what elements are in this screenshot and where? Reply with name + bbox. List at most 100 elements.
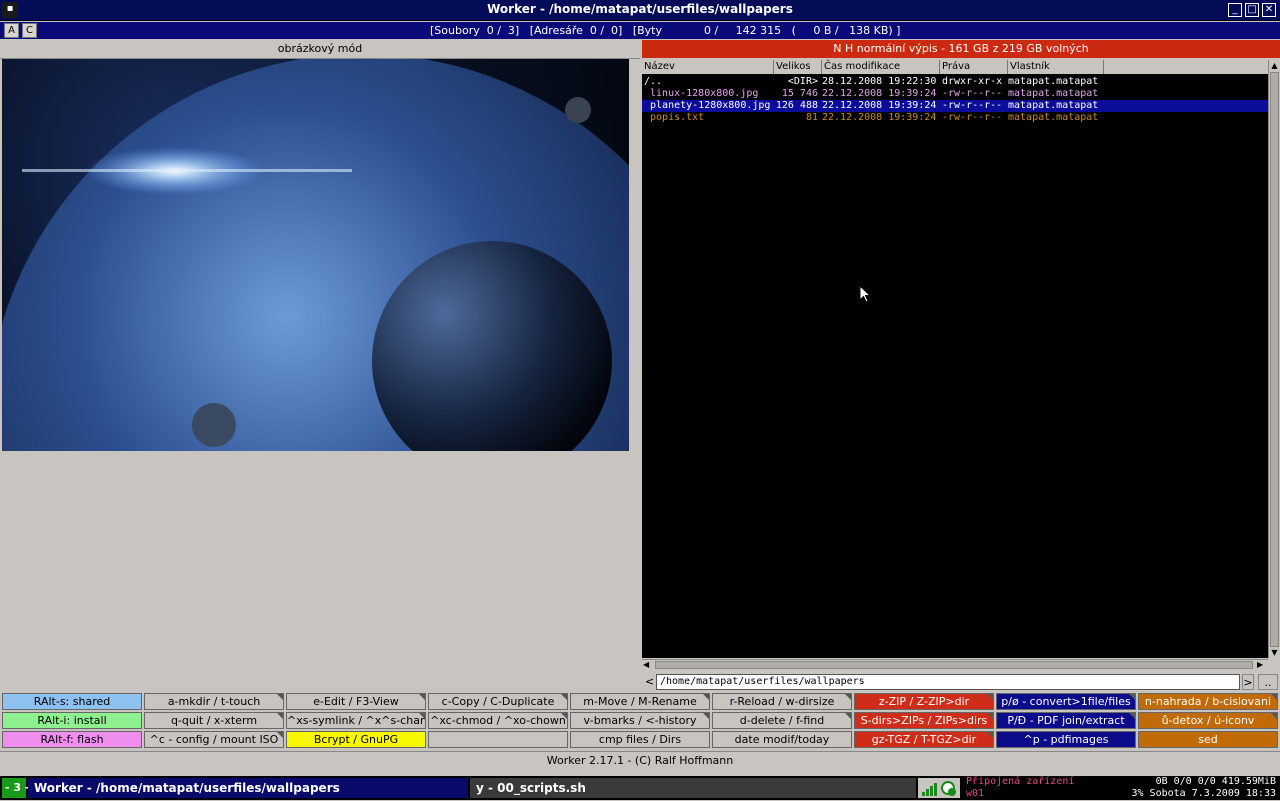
devices-widget[interactable]: Připojená zařízení w01 [966, 776, 1126, 800]
command-button[interactable]: RAlt-i: install [2, 712, 142, 729]
command-button[interactable]: date modif/today [712, 731, 852, 748]
command-button[interactable]: v-bmarks / <-history [570, 712, 710, 729]
parent-dir-button[interactable]: .. [1258, 674, 1278, 690]
file-name: linux-1280x800.jpg [644, 88, 759, 99]
command-button[interactable]: Bcrypt / GnuPG [286, 731, 426, 748]
command-button[interactable]: ^c - config / mount ISO [144, 731, 284, 748]
column-header-perms[interactable]: Práva [940, 60, 1008, 74]
file-modtime: 22.12.2008 19:39:24 [822, 88, 937, 99]
window-titlebar[interactable]: ▪ Worker - /home/matapat/userfiles/wallp… [0, 0, 1280, 21]
minimize-button[interactable]: _ [1228, 3, 1242, 17]
column-header-modtime[interactable]: Čas modifikace [822, 60, 940, 74]
left-panel-empty-area [2, 452, 640, 690]
listing-mode-header[interactable]: N H normální výpis - 161 GB z 219 GB vol… [642, 40, 1280, 58]
column-header-spacer [1104, 60, 1268, 74]
command-button[interactable]: sed [1138, 731, 1278, 748]
table-row[interactable]: linux-1280x800.jpg 15 746 22.12.2008 19:… [642, 88, 1268, 100]
path-input[interactable]: /home/matapat/userfiles/wallpapers [656, 674, 1240, 690]
path-forward-button[interactable]: > [1242, 674, 1254, 690]
selection-stats: [Soubory 0 / 3] [Adresáře 0 / 0] [Byty 0… [430, 24, 901, 37]
command-button[interactable]: ^p - pdfimages [996, 731, 1136, 748]
file-size: 81 [805, 112, 818, 123]
command-button[interactable]: cmp files / Dirs [570, 731, 710, 748]
file-name: planety-1280x800.jpg [644, 100, 771, 111]
table-row[interactable]: popis.txt 81 22.12.2008 19:39:24 -rw-r--… [642, 112, 1268, 124]
image-mode-header[interactable]: obrázkový mód [0, 40, 640, 59]
command-button[interactable]: d-delete / f-find [712, 712, 852, 729]
file-owner: matapat.matapat [1008, 88, 1099, 99]
path-back-button[interactable]: < [644, 674, 655, 690]
planet-image [2, 59, 629, 451]
command-button[interactable]: a-mkdir / t-touch [144, 693, 284, 710]
app-footer: Worker 2.17.1 - (C) Ralf Hoffmann [0, 751, 1280, 769]
system-stats: 0B 0/0 0/0 419.59MiB 3% Sobota 7.3.2009 … [1106, 776, 1277, 800]
command-button[interactable]: r-Reload / w-dirsize [712, 693, 852, 710]
clear-button[interactable]: C [22, 23, 37, 38]
close-button[interactable]: ✕ [1262, 3, 1276, 17]
file-name: /.. [644, 76, 663, 87]
file-owner: matapat.matapat [1008, 76, 1099, 87]
horizontal-scroll-thumb[interactable] [655, 661, 1253, 669]
horizontal-scrollbar[interactable]: ◀ ▶ [642, 659, 1268, 671]
file-perms: -rw-r--r-- [942, 88, 1003, 99]
command-button[interactable]: P/Ð - PDF join/extract [996, 712, 1136, 729]
table-row[interactable]: /.. <DIR> 28.12.2008 19:22:30 drwxr-xr-x… [642, 76, 1268, 88]
file-modtime: 22.12.2008 19:39:24 [822, 112, 937, 123]
scroll-right-icon[interactable]: ▶ [1257, 660, 1267, 670]
devices-item: w01 [966, 788, 985, 799]
maximize-button[interactable]: □ [1245, 3, 1259, 17]
network-signal-icon[interactable] [918, 778, 960, 798]
workspace-indicator[interactable]: - 3 - [2, 778, 29, 798]
status-row: A C [Soubory 0 / 3] [Adresáře 0 / 0] [By… [0, 22, 1280, 39]
taskbar: - 3 - Worker - /home/matapat/userfiles/w… [0, 776, 1280, 800]
file-owner: matapat.matapat [1008, 100, 1099, 111]
file-modtime: 28.12.2008 19:22:30 [822, 76, 937, 87]
command-button[interactable]: S-dirs>ZIPs / ZIPs>dirs [854, 712, 994, 729]
command-button[interactable]: RAlt-s: shared [2, 693, 142, 710]
file-perms: -rw-r--r-- [942, 112, 1003, 123]
file-size: <DIR> [787, 76, 818, 87]
command-button-empty[interactable] [428, 731, 568, 748]
command-button[interactable]: gz-TGZ / T-TGZ>dir [854, 731, 994, 748]
command-button[interactable]: p/ø - convert>1file/files [996, 693, 1136, 710]
vertical-scroll-thumb[interactable] [1270, 72, 1279, 647]
file-list[interactable]: Název Velikos Čas modifikace Práva Vlast… [642, 60, 1268, 658]
taskbar-task-worker[interactable]: Worker - /home/matapat/userfiles/wallpap… [28, 778, 468, 798]
command-button[interactable]: ^xs-symlink / ^x^s-chang [286, 712, 426, 729]
column-header-name[interactable]: Název [642, 60, 774, 74]
file-perms: drwxr-xr-x [942, 76, 1003, 87]
window-title: Worker - /home/matapat/userfiles/wallpap… [487, 2, 793, 16]
file-perms: -rw-r--r-- [942, 100, 1003, 111]
command-button[interactable]: c-Copy / C-Duplicate [428, 693, 568, 710]
taskbar-task-scripts[interactable]: y - 00_scripts.sh [470, 778, 916, 798]
command-button[interactable]: n-nahrada / b-cislovani [1138, 693, 1278, 710]
file-modtime: 22.12.2008 19:39:24 [822, 100, 937, 111]
scroll-down-icon[interactable]: ▼ [1270, 648, 1279, 657]
disk-stats: 0B 0/0 0/0 419.59MiB [1155, 776, 1276, 787]
command-button-grid: RAlt-s: shared a-mkdir / t-touch e-Edit / … [0, 693, 1280, 750]
file-size: 15 746 [781, 88, 818, 99]
command-button[interactable]: ů-detox / ú-iconv [1138, 712, 1278, 729]
column-header-owner[interactable]: Vlastník [1008, 60, 1104, 74]
image-preview [2, 59, 629, 451]
mouse-cursor-icon [859, 285, 871, 303]
command-button[interactable]: z-ZIP / Z-ZIP>dir [854, 693, 994, 710]
table-row[interactable]: planety-1280x800.jpg 126 488 22.12.2008 … [642, 100, 1268, 112]
file-name: popis.txt [644, 112, 705, 123]
tray-area [918, 778, 960, 798]
vertical-scrollbar[interactable]: ▲ ▼ [1268, 60, 1280, 658]
command-button[interactable]: m-Move / M-Rename [570, 693, 710, 710]
command-button[interactable]: e-Edit / F3-View [286, 693, 426, 710]
command-button[interactable]: ^xc-chmod / ^xo-chown [428, 712, 568, 729]
clock: 3% Sobota 7.3.2009 18:33 [1131, 788, 1277, 799]
column-header-size[interactable]: Velikos [774, 60, 822, 74]
command-button[interactable]: q-quit / x-xterm [144, 712, 284, 729]
scroll-left-icon[interactable]: ◀ [643, 660, 653, 670]
devices-title: Připojená zařízení [966, 776, 1075, 787]
all-button[interactable]: A [4, 23, 19, 38]
file-owner: matapat.matapat [1008, 112, 1099, 123]
file-size: 126 488 [775, 100, 818, 111]
command-button[interactable]: RAlt-f: flash [2, 731, 142, 748]
path-bar: < /home/matapat/userfiles/wallpapers > .… [642, 673, 1280, 691]
scroll-up-icon[interactable]: ▲ [1270, 61, 1279, 70]
